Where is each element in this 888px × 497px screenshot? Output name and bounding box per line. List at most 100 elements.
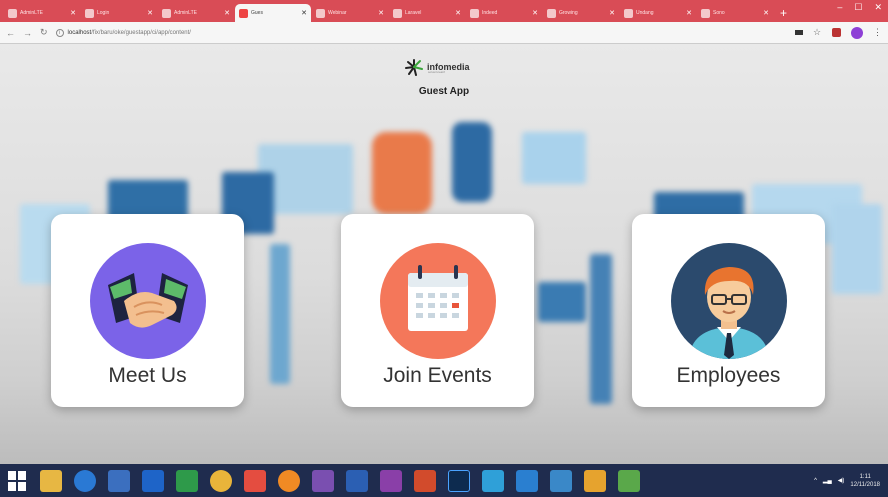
meet-us-label: Meet Us (108, 364, 187, 387)
tab-label: Login (97, 10, 110, 16)
tab-label: Growing (559, 10, 578, 16)
windows-taskbar: ^ ▂▄ ◀) 1:11 12/11/2018 (0, 464, 888, 497)
system-tray: ^ ▂▄ ◀) 1:11 12/11/2018 (814, 473, 880, 489)
app-icon-6[interactable] (584, 469, 606, 492)
menu-kebab-icon[interactable]: ⋮ (873, 27, 882, 38)
onenote-icon[interactable] (380, 469, 402, 492)
browser-tab[interactable]: Indeed ✕ (466, 4, 542, 22)
word-icon[interactable] (346, 469, 368, 492)
join-events-label: Join Events (383, 364, 492, 387)
url-host: localhost (67, 29, 92, 36)
tab-label: AdminLTE (174, 10, 197, 16)
tab-favicon-icon (393, 8, 402, 18)
tab-favicon-icon (8, 8, 17, 18)
site-info-icon[interactable]: i (55, 28, 64, 37)
outlook-icon[interactable] (142, 469, 164, 492)
app-icon-3[interactable] (244, 469, 266, 492)
tab-favicon-icon (547, 8, 556, 18)
address-bar: ← → ↻ i localhost/fix/baru/oke/guestapp/… (0, 22, 888, 44)
clock-date: 12/11/2018 (850, 481, 880, 488)
tab-label: Laravel (405, 10, 422, 16)
browser-tab-bar: AdminLTE ✕ Login ✕ AdminLTE ✕ Gues ✕ Webinar ✕ Lar… (0, 0, 888, 22)
browser-tab[interactable]: Sono ✕ (697, 4, 773, 22)
tab-label: Undang (636, 10, 654, 16)
tab-label: Webinar (328, 10, 347, 16)
employee-icon (671, 243, 787, 359)
employees-label: Employees (676, 364, 781, 387)
tab-label: AdminLTE (20, 10, 43, 16)
tab-list: AdminLTE ✕ Login ✕ AdminLTE ✕ Gues ✕ Webinar ✕ Lar… (0, 0, 774, 22)
tab-close-icon[interactable]: ✕ (301, 9, 307, 17)
page-title: Guest App (418, 86, 470, 97)
tab-close-icon[interactable]: ✕ (224, 9, 230, 17)
photoshop-icon[interactable] (448, 469, 470, 492)
chrome-icon[interactable] (210, 469, 232, 492)
app-icon-7[interactable] (618, 469, 640, 492)
infomedia-logo: infomedia solusi kreatif (404, 58, 470, 76)
back-arrow-icon[interactable]: ← (6, 28, 15, 38)
tab-favicon-icon (701, 8, 710, 18)
handshake-icon (90, 243, 206, 359)
tab-close-icon[interactable]: ✕ (609, 9, 615, 17)
browser-tab[interactable]: Gues ✕ (235, 4, 311, 22)
window-controls: – ☐ ✕ (837, 2, 882, 13)
toolbar-icons: ☆ ⋮ (795, 26, 882, 39)
profile-avatar-icon[interactable] (851, 26, 863, 39)
logo-tagline: solusi kreatif (428, 70, 445, 74)
tab-label: Gues (251, 10, 263, 16)
tab-favicon-icon (316, 8, 325, 18)
tab-close-icon[interactable]: ✕ (763, 9, 769, 17)
page-content: infomedia solusi kreatif Guest App Meet … (0, 44, 888, 464)
browser-tab[interactable]: Laravel ✕ (389, 4, 465, 22)
url-path: /fix/baru/oke/guestapp/ci/app/content/ (91, 29, 191, 36)
url-field[interactable]: i localhost/fix/baru/oke/guestapp/ci/app… (55, 28, 787, 37)
browser-tab[interactable]: Webinar ✕ (312, 4, 388, 22)
maximize-button[interactable]: ☐ (854, 2, 862, 13)
minimize-button[interactable]: – (837, 2, 842, 13)
tab-label: Indeed (482, 10, 498, 16)
tab-label: Sono (713, 10, 725, 16)
app-icon-1[interactable] (108, 469, 130, 492)
meet-us-card[interactable]: Meet Us (51, 214, 244, 407)
browser-tab[interactable]: Login ✕ (81, 4, 157, 22)
internet-explorer-icon[interactable] (74, 469, 96, 492)
tab-close-icon[interactable]: ✕ (70, 9, 76, 17)
tab-close-icon[interactable]: ✕ (686, 9, 692, 17)
reload-icon[interactable]: ↻ (40, 27, 48, 38)
camera-icon[interactable] (795, 30, 803, 35)
calendar-icon (380, 243, 496, 359)
employees-card[interactable]: Employees (632, 214, 825, 407)
forward-arrow-icon[interactable]: → (23, 28, 32, 38)
extension-icon[interactable] (832, 28, 841, 37)
vscode-icon[interactable] (516, 469, 538, 492)
file-explorer-icon[interactable] (40, 469, 62, 492)
network-icon[interactable]: ▂▄ (823, 477, 832, 484)
browser-tab[interactable]: AdminLTE ✕ (4, 4, 80, 22)
volume-icon[interactable]: ◀) (838, 477, 845, 484)
windows-start-icon[interactable] (8, 470, 28, 491)
clock-time: 1:11 (859, 473, 871, 480)
tray-chevron-icon[interactable]: ^ (814, 478, 817, 484)
tab-favicon-icon (162, 8, 171, 18)
app-icon-2[interactable] (176, 469, 198, 492)
tab-favicon-icon (470, 8, 479, 18)
app-icon-5[interactable] (550, 469, 572, 492)
tab-favicon-icon (624, 8, 633, 18)
firefox-icon[interactable] (278, 469, 300, 492)
tab-close-icon[interactable]: ✕ (378, 9, 384, 17)
browser-tab[interactable]: Undang ✕ (620, 4, 696, 22)
star-icon[interactable]: ☆ (813, 28, 822, 37)
browser-tab[interactable]: AdminLTE ✕ (158, 4, 234, 22)
app-icon-4[interactable] (482, 469, 504, 492)
taskbar-clock[interactable]: 1:11 12/11/2018 (850, 473, 880, 489)
new-tab-button[interactable]: + (774, 4, 793, 22)
tab-close-icon[interactable]: ✕ (147, 9, 153, 17)
join-events-card[interactable]: Join Events (341, 214, 534, 407)
close-window-button[interactable]: ✕ (874, 2, 882, 13)
tab-close-icon[interactable]: ✕ (532, 9, 538, 17)
tab-close-icon[interactable]: ✕ (455, 9, 461, 17)
tab-favicon-icon (85, 8, 94, 18)
browser-tab[interactable]: Growing ✕ (543, 4, 619, 22)
vs-icon[interactable] (312, 469, 334, 492)
powerpoint-icon[interactable] (414, 469, 436, 492)
